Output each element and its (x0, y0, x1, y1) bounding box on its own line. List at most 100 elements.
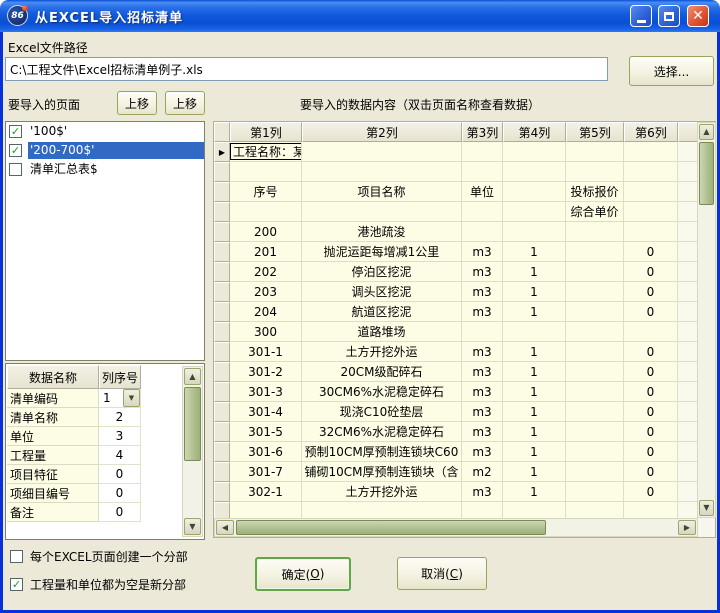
grid-cell[interactable]: m3 (462, 382, 503, 402)
grid-cell[interactable] (230, 202, 302, 222)
row-selector[interactable] (214, 362, 230, 382)
option-empty-qty-unit-new-section[interactable]: ✓ 工程量和单位都为空是新分部 (10, 576, 186, 593)
grid-cell[interactable]: 停泊区挖泥 (302, 262, 462, 282)
grid-cell[interactable]: 201 (230, 242, 302, 262)
grid-cell[interactable] (302, 162, 462, 182)
browse-button[interactable]: 选择... (629, 56, 714, 86)
dropdown-arrow-icon[interactable]: ▼ (123, 389, 140, 407)
grid-cell[interactable]: 1 (503, 362, 566, 382)
page-checkbox-icon[interactable]: ✓ (9, 125, 22, 138)
grid-cell[interactable]: 0 (624, 362, 678, 382)
current-row-marker[interactable]: ▶ (214, 142, 230, 162)
focused-cell[interactable]: 工程名称：某 (230, 143, 302, 160)
grid-cell[interactable]: 0 (624, 302, 678, 322)
grid-cell[interactable] (566, 382, 624, 402)
grid-cell[interactable]: 1 (503, 402, 566, 422)
grid-cell[interactable] (566, 462, 624, 482)
mapping-column-value[interactable]: 0 (99, 465, 141, 484)
grid-cell[interactable]: m3 (462, 302, 503, 322)
scroll-up-icon[interactable]: ▲ (699, 124, 714, 140)
grid-horizontal-scrollbar[interactable]: ◀ ▶ (214, 518, 698, 537)
row-selector[interactable] (214, 342, 230, 362)
grid-cell[interactable]: 0 (624, 422, 678, 442)
row-selector[interactable] (214, 442, 230, 462)
grid-cell[interactable] (230, 502, 302, 519)
grid-cell[interactable]: 301-2 (230, 362, 302, 382)
checkbox-icon[interactable]: ✓ (10, 578, 23, 591)
scroll-down-icon[interactable]: ▼ (699, 500, 714, 516)
grid-cell[interactable]: 0 (624, 402, 678, 422)
row-selector[interactable] (214, 482, 230, 502)
grid-cell[interactable] (624, 142, 678, 162)
grid-cell[interactable] (624, 502, 678, 519)
grid-cell[interactable]: 1 (503, 442, 566, 462)
scroll-down-icon[interactable]: ▼ (184, 518, 201, 535)
row-selector[interactable] (214, 162, 230, 182)
grid-cell[interactable]: 301-4 (230, 402, 302, 422)
grid-cell[interactable]: 综合单价 (566, 202, 624, 222)
grid-cell[interactable] (566, 242, 624, 262)
maximize-button[interactable] (658, 5, 680, 27)
grid-cell[interactable] (566, 262, 624, 282)
grid-cell[interactable]: 301-6 (230, 442, 302, 462)
grid-cell[interactable]: m3 (462, 362, 503, 382)
grid-cell[interactable]: 1 (503, 342, 566, 362)
row-selector[interactable] (214, 382, 230, 402)
mapping-column-value[interactable]: 4 (99, 446, 141, 465)
grid-cell[interactable] (566, 362, 624, 382)
grid-cell[interactable]: 0 (624, 482, 678, 502)
ok-button[interactable]: 确定(O) (255, 557, 351, 591)
grid-cell[interactable]: 调头区挖泥 (302, 282, 462, 302)
scroll-left-icon[interactable]: ◀ (216, 520, 234, 535)
grid-cell[interactable] (566, 162, 624, 182)
grid-cell[interactable] (624, 182, 678, 202)
page-checkbox-icon[interactable]: ✓ (9, 144, 22, 157)
grid-cell[interactable]: 1 (503, 482, 566, 502)
grid-cell[interactable] (566, 282, 624, 302)
mapping-column-value[interactable]: 1▼ (99, 389, 141, 408)
row-selector[interactable] (214, 502, 230, 519)
grid-cell[interactable]: 20CM级配碎石 (302, 362, 462, 382)
grid-cell[interactable]: 抛泥运距每增减1公里 (302, 242, 462, 262)
grid-cell[interactable]: 0 (624, 382, 678, 402)
grid-cell[interactable]: m3 (462, 282, 503, 302)
grid-cell[interactable]: 30CM6%水泥稳定碎石 (302, 382, 462, 402)
grid-cell[interactable] (503, 222, 566, 242)
grid-cell[interactable] (566, 502, 624, 519)
grid-cell[interactable] (624, 162, 678, 182)
row-selector[interactable] (214, 242, 230, 262)
mapping-column-value[interactable]: 3 (99, 427, 141, 446)
grid-cell[interactable] (462, 202, 503, 222)
grid-cell[interactable]: 1 (503, 422, 566, 442)
grid-cell[interactable]: 301-7 (230, 462, 302, 482)
grid-cell[interactable]: 序号 (230, 182, 302, 202)
pages-listbox[interactable]: ✓'100$'✓'200-700$'清单汇总表$ (5, 121, 205, 361)
grid-cell[interactable]: m3 (462, 262, 503, 282)
grid-column-header[interactable]: 第6列 (624, 122, 678, 142)
grid-cell[interactable]: 铺砌10CM厚预制连锁块（含 (302, 462, 462, 482)
grid-cell[interactable]: 投标报价 (566, 182, 624, 202)
grid-column-header[interactable]: 第4列 (503, 122, 566, 142)
grid-cell[interactable] (462, 142, 503, 162)
grid-cell[interactable] (624, 202, 678, 222)
page-list-item[interactable]: ✓'100$' (6, 122, 204, 141)
grid-cell[interactable]: 0 (624, 442, 678, 462)
grid-cell[interactable]: 203 (230, 282, 302, 302)
row-selector[interactable] (214, 262, 230, 282)
grid-column-header[interactable]: 第2列 (302, 122, 462, 142)
mapping-column-value[interactable]: 2 (99, 408, 141, 427)
move-up-button-2[interactable]: 上移 (165, 91, 205, 115)
scroll-up-icon[interactable]: ▲ (184, 368, 201, 385)
grid-cell[interactable]: 0 (624, 242, 678, 262)
grid-cell[interactable]: m3 (462, 242, 503, 262)
row-selector[interactable] (214, 402, 230, 422)
grid-cell[interactable] (503, 182, 566, 202)
grid-cell[interactable]: 1 (503, 382, 566, 402)
grid-cell[interactable] (462, 502, 503, 519)
grid-cell[interactable]: 1 (503, 262, 566, 282)
grid-cell[interactable]: 1 (503, 462, 566, 482)
grid-cell[interactable] (462, 322, 503, 342)
grid-vscrollbar-thumb[interactable] (699, 142, 714, 205)
grid-cell[interactable]: 土方开挖外运 (302, 482, 462, 502)
grid-cell[interactable]: m3 (462, 342, 503, 362)
